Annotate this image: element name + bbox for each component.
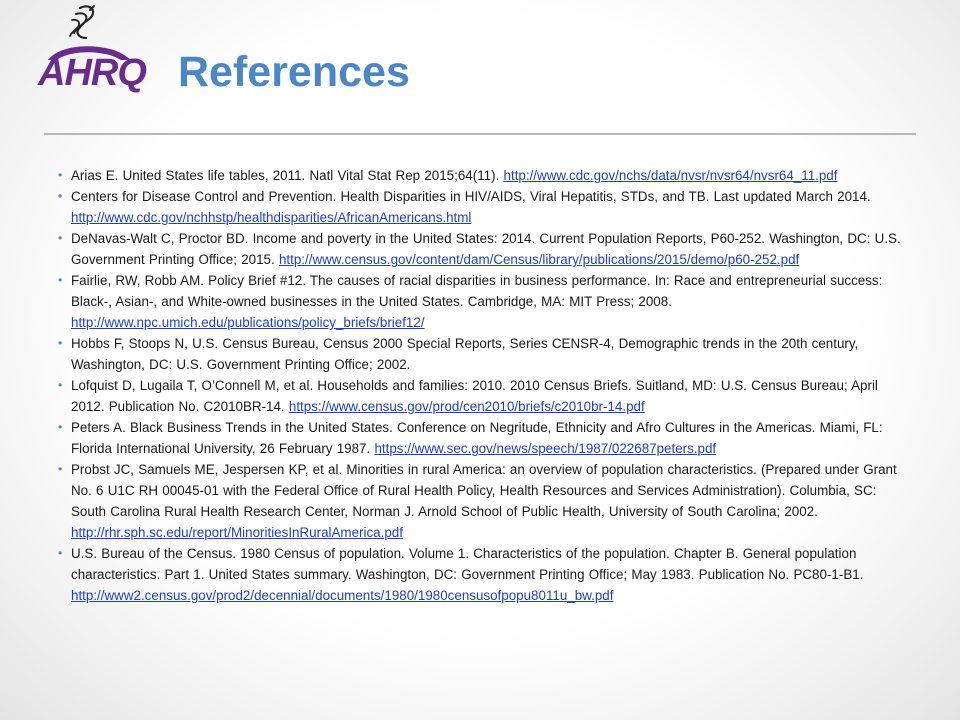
bullet-icon: • — [58, 336, 63, 350]
reference-link[interactable]: http://www.npc.umich.edu/publications/po… — [71, 315, 425, 330]
bullet-icon: • — [58, 462, 63, 476]
bullet-icon: • — [58, 189, 63, 203]
reference-text: U.S. Bureau of the Census. 1980 Census o… — [71, 546, 864, 582]
hhs-eagle-icon — [47, 5, 131, 60]
reference-link[interactable]: http://www.cdc.gov/nchhstp/healthdispari… — [71, 210, 471, 225]
bullet-icon: • — [58, 273, 63, 287]
reference-link[interactable]: http://www.census.gov/content/dam/Census… — [279, 252, 799, 267]
reference-item: • Lofquist D, Lugaila T, O’Connell M, et … — [56, 375, 904, 417]
bullet-icon: • — [58, 378, 63, 392]
bullet-icon: • — [58, 420, 63, 434]
reference-text: Centers for Disease Control and Preventi… — [71, 189, 871, 204]
reference-item: • U.S. Bureau of the Census. 1980 Census … — [56, 543, 904, 606]
reference-item: • Probst JC, Samuels ME, Jespersen KP, et… — [56, 459, 904, 543]
reference-text: Hobbs F, Stoops N, U.S. Census Bureau, C… — [71, 336, 859, 372]
page-title: References — [178, 48, 410, 96]
title-divider — [44, 133, 916, 135]
bullet-icon: • — [58, 168, 63, 182]
reference-item: • Hobbs F, Stoops N, U.S. Census Bureau, … — [56, 333, 904, 375]
bullet-icon: • — [58, 231, 63, 245]
bullet-icon: • — [58, 546, 63, 560]
reference-item: • Peters A. Black Business Trends in the … — [56, 417, 904, 459]
reference-text: Arias E. United States life tables, 2011… — [71, 168, 500, 183]
reference-text: Probst JC, Samuels ME, Jespersen KP, et … — [71, 462, 897, 519]
reference-list: • Arias E. United States life tables, 201… — [56, 165, 904, 606]
reference-link[interactable]: http://www2.census.gov/prod2/decennial/d… — [71, 588, 613, 603]
logo-wordmark: AHRQ — [38, 52, 147, 94]
reference-item: • Arias E. United States life tables, 201… — [56, 165, 904, 186]
reference-item: • Centers for Disease Control and Prevent… — [56, 186, 904, 228]
reference-item: • Fairlie, RW, Robb AM. Policy Brief #12.… — [56, 270, 904, 333]
ahrq-logo: AHRQ — [30, 0, 147, 110]
reference-link[interactable]: https://www.sec.gov/news/speech/1987/022… — [374, 441, 716, 456]
reference-link[interactable]: http://www.cdc.gov/nchs/data/nvsr/nvsr64… — [504, 168, 838, 183]
reference-link[interactable]: http://rhr.sph.sc.edu/report/MinoritiesI… — [71, 525, 403, 540]
reference-link[interactable]: https://www.census.gov/prod/cen2010/brie… — [289, 399, 645, 414]
reference-text: Fairlie, RW, Robb AM. Policy Brief #12. … — [71, 273, 883, 309]
reference-item: • DeNavas-Walt C, Proctor BD. Income and … — [56, 228, 904, 270]
